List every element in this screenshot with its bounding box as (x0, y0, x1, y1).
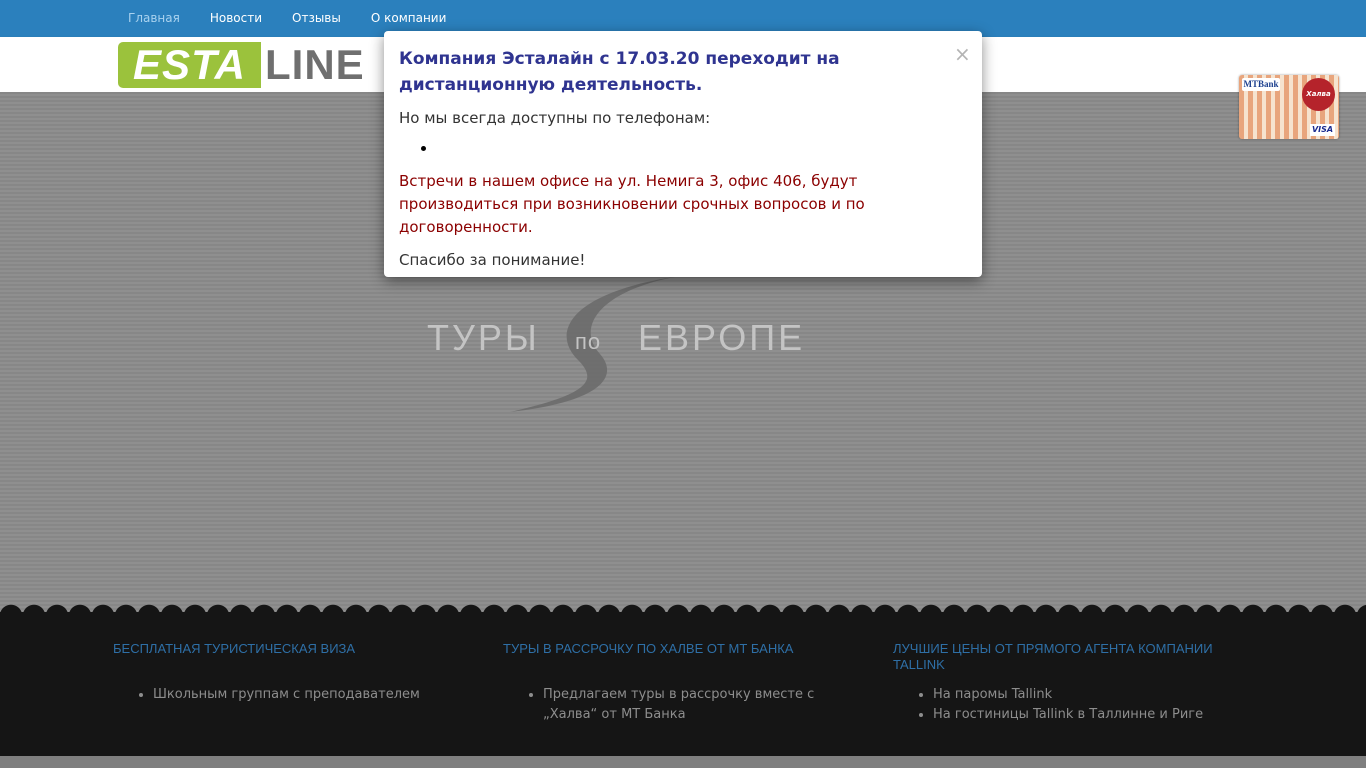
hero-word-europe: ЕВРОПЕ (638, 317, 806, 358)
footer-link[interactable]: Предлагаем туры в рассрочку вместе с „Ха… (543, 685, 843, 725)
modal-title: Компания Эсталайн с 17.03.20 переходит н… (399, 49, 840, 95)
site-footer: Бесплатная туристическая виза Школьным г… (0, 626, 1366, 756)
nav-item-news[interactable]: Новости (195, 0, 277, 37)
modal-phone-list (399, 139, 967, 161)
modal-office-note: Встречи в нашем офисе на ул. Немига 3, о… (399, 172, 865, 236)
footer-list-visa: Школьным группам с преподавателем (113, 685, 453, 705)
footer-link[interactable]: На гостиницы Tallink в Таллинне и Риге (933, 705, 1233, 725)
footer-heading-visa[interactable]: Бесплатная туристическая виза (113, 641, 453, 657)
footer-link[interactable]: Школьным группам с преподавателем (153, 685, 453, 705)
announcement-modal: × Компания Эсталайн с 17.03.20 переходит… (384, 31, 982, 277)
site-logo[interactable]: ESTA LINE (118, 42, 370, 88)
nav-item-reviews[interactable]: Отзывы (277, 0, 356, 37)
phone-list-item (437, 139, 967, 161)
bottom-strip (0, 756, 1366, 768)
footer-column-visa: Бесплатная туристическая виза Школьным г… (113, 641, 453, 705)
footer-list-installments: Предлагаем туры в рассрочку вместе с „Ха… (503, 685, 843, 725)
logo-part-esta: ESTA (118, 42, 261, 88)
visa-logo-icon: VISA (1310, 124, 1335, 136)
scallop-divider-base (0, 612, 1366, 626)
footer-column-tallink: Лучшие цены от прямого агента компании T… (893, 641, 1233, 725)
hero-title: ТУРЫ по ЕВРОПЕ (427, 317, 807, 367)
hero-word-po: по (575, 329, 602, 354)
footer-list-tallink: На паромы Tallink На гостиницы Tallink в… (893, 685, 1233, 725)
modal-phones-intro: Но мы всегда доступны по телефонам: (399, 109, 711, 127)
halva-card-banner[interactable]: MTBank Халва VISA (1239, 75, 1339, 139)
footer-heading-installments[interactable]: Туры в рассрочку по Халве от МТ Банка (503, 641, 843, 657)
logo-part-line: LINE (265, 41, 365, 88)
card-bank-label: MTBank (1242, 78, 1280, 91)
modal-thanks: Спасибо за понимание! (399, 251, 586, 269)
nav-item-home[interactable]: Главная (113, 0, 195, 37)
close-icon[interactable]: × (954, 44, 971, 64)
card-halva-seal: Халва (1302, 78, 1335, 111)
footer-link[interactable]: На паромы Tallink (933, 685, 1233, 705)
hero-word-tours: ТУРЫ (427, 317, 540, 358)
footer-heading-tallink[interactable]: Лучшие цены от прямого агента компании T… (893, 641, 1233, 673)
footer-column-installments: Туры в рассрочку по Халве от МТ Банка Пр… (503, 641, 843, 725)
